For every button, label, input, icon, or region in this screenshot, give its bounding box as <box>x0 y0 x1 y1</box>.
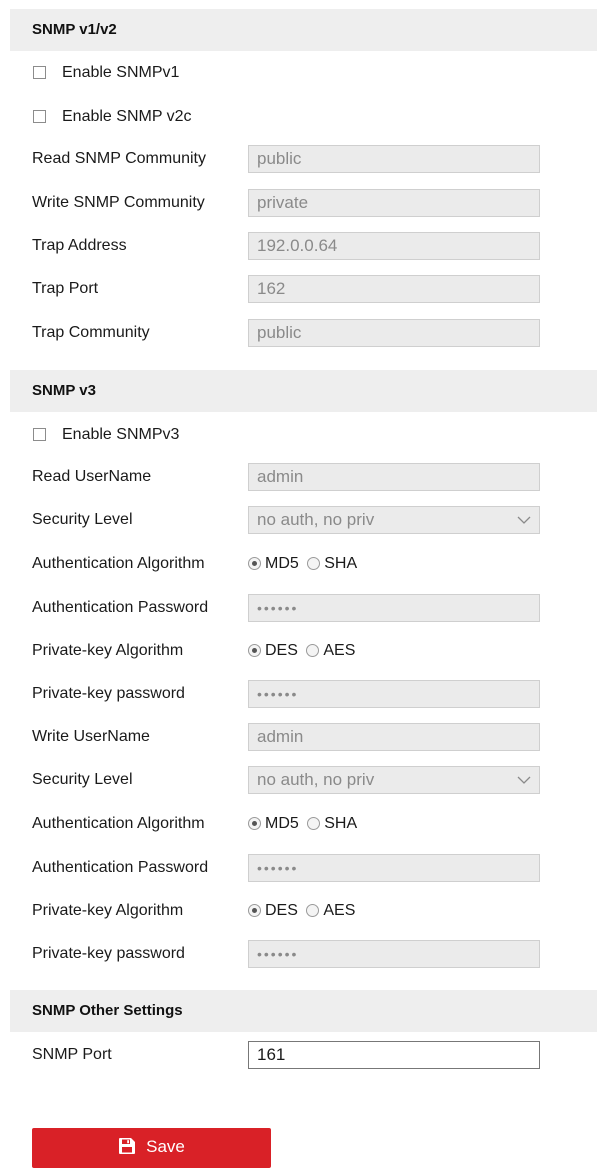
write-community-input[interactable]: private <box>248 189 540 217</box>
read-auth-md5-label: MD5 <box>265 555 299 572</box>
read-security-level-value: no auth, no priv <box>257 510 375 529</box>
section-header-snmp-v1v2: SNMP v1/v2 <box>10 9 597 51</box>
enable-snmpv1-checkbox[interactable] <box>33 66 46 79</box>
read-auth-sha-radio[interactable] <box>307 556 321 570</box>
read-auth-algorithm-row: Authentication Algorithm MD5 SHA <box>0 549 597 579</box>
chevron-down-icon <box>517 516 531 524</box>
snmp-port-row: SNMP Port 161 <box>0 1040 597 1070</box>
trap-community-row: Trap Community public <box>0 318 597 348</box>
write-auth-sha-label: SHA <box>324 815 358 832</box>
write-auth-algorithm-row: Authentication Algorithm MD5 SHA <box>0 809 597 839</box>
read-username-row: Read UserName admin <box>0 462 597 492</box>
write-security-level-value: no auth, no priv <box>257 770 375 789</box>
write-auth-md5-label: MD5 <box>265 815 299 832</box>
write-community-row: Write SNMP Community private <box>0 188 597 218</box>
write-security-level-row: Security Level no auth, no priv <box>0 765 597 795</box>
read-priv-algorithm-label: Private-key Algorithm <box>32 642 184 659</box>
trap-port-label: Trap Port <box>32 280 99 297</box>
read-priv-password-row: Private-key password •••••• <box>0 679 597 709</box>
trap-address-label: Trap Address <box>32 237 127 254</box>
write-priv-password-label: Private-key password <box>32 945 185 962</box>
read-community-row: Read SNMP Community public <box>0 144 597 174</box>
enable-snmpv3-label: Enable SNMPv3 <box>62 426 180 443</box>
write-priv-algorithm-row: Private-key Algorithm DES AES <box>0 896 597 926</box>
read-username-label: Read UserName <box>32 468 152 485</box>
enable-snmpv1-row[interactable]: Enable SNMPv1 <box>0 58 597 88</box>
read-community-label: Read SNMP Community <box>32 150 206 167</box>
write-priv-des-label: DES <box>265 902 298 919</box>
read-security-level-row: Security Level no auth, no priv <box>0 505 597 535</box>
read-priv-aes-label: AES <box>323 642 356 659</box>
write-auth-password-row: Authentication Password •••••• <box>0 853 597 883</box>
write-priv-password-row: Private-key password •••••• <box>0 939 597 969</box>
save-button-label: Save <box>146 1137 185 1156</box>
read-auth-md5-radio[interactable] <box>248 556 261 570</box>
trap-port-input[interactable]: 162 <box>248 275 540 303</box>
write-priv-password-input[interactable]: •••••• <box>248 940 540 968</box>
read-community-input[interactable]: public <box>248 145 540 173</box>
chevron-down-icon <box>517 776 531 784</box>
read-priv-password-input[interactable]: •••••• <box>248 680 540 708</box>
read-security-level-label: Security Level <box>32 511 133 528</box>
enable-snmpv2c-label: Enable SNMP v2c <box>62 108 192 125</box>
snmp-port-label: SNMP Port <box>32 1046 112 1063</box>
write-security-level-label: Security Level <box>32 771 133 788</box>
write-priv-des-radio[interactable] <box>248 903 261 917</box>
read-auth-password-row: Authentication Password •••••• <box>0 593 597 623</box>
read-priv-des-radio[interactable] <box>248 643 261 657</box>
write-auth-password-input[interactable]: •••••• <box>248 854 540 882</box>
read-security-level-select[interactable]: no auth, no priv <box>248 506 540 534</box>
write-priv-aes-label: AES <box>323 902 356 919</box>
read-auth-algorithm-radios: MD5 SHA <box>248 549 361 579</box>
write-auth-sha-radio[interactable] <box>307 816 321 830</box>
read-auth-password-input[interactable]: •••••• <box>248 594 540 622</box>
snmp-port-input[interactable]: 161 <box>248 1041 540 1069</box>
write-community-label: Write SNMP Community <box>32 194 205 211</box>
enable-snmpv2c-checkbox[interactable] <box>33 110 46 123</box>
read-priv-password-label: Private-key password <box>32 685 185 702</box>
write-priv-algorithm-label: Private-key Algorithm <box>32 902 184 919</box>
write-priv-aes-radio[interactable] <box>306 903 320 917</box>
section-header-snmp-other: SNMP Other Settings <box>10 990 597 1032</box>
save-button[interactable]: Save <box>32 1128 271 1168</box>
enable-snmpv3-checkbox[interactable] <box>33 428 46 441</box>
read-auth-password-label: Authentication Password <box>32 599 209 616</box>
read-priv-algorithm-row: Private-key Algorithm DES AES <box>0 636 597 666</box>
trap-address-row: Trap Address 192.0.0.64 <box>0 231 597 261</box>
trap-community-input[interactable]: public <box>248 319 540 347</box>
write-username-row: Write UserName admin <box>0 722 597 752</box>
write-auth-password-label: Authentication Password <box>32 859 209 876</box>
enable-snmpv2c-row[interactable]: Enable SNMP v2c <box>0 102 597 132</box>
enable-snmpv1-label: Enable SNMPv1 <box>62 64 180 81</box>
write-auth-md5-radio[interactable] <box>248 816 261 830</box>
write-username-label: Write UserName <box>32 728 150 745</box>
write-auth-algorithm-radios: MD5 SHA <box>248 809 361 839</box>
write-security-level-select[interactable]: no auth, no priv <box>248 766 540 794</box>
trap-address-input[interactable]: 192.0.0.64 <box>248 232 540 260</box>
floppy-disk-icon <box>119 1137 136 1154</box>
enable-snmpv3-row[interactable]: Enable SNMPv3 <box>0 420 597 450</box>
read-auth-algorithm-label: Authentication Algorithm <box>32 555 205 572</box>
read-auth-sha-label: SHA <box>324 555 358 572</box>
read-priv-algorithm-radios: DES AES <box>248 636 359 666</box>
read-priv-aes-radio[interactable] <box>306 643 320 657</box>
read-priv-des-label: DES <box>265 642 298 659</box>
write-username-input[interactable]: admin <box>248 723 540 751</box>
write-priv-algorithm-radios: DES AES <box>248 896 359 926</box>
read-username-input[interactable]: admin <box>248 463 540 491</box>
trap-community-label: Trap Community <box>32 324 150 341</box>
section-header-snmp-v3: SNMP v3 <box>10 370 597 412</box>
trap-port-row: Trap Port 162 <box>0 274 597 304</box>
write-auth-algorithm-label: Authentication Algorithm <box>32 815 205 832</box>
